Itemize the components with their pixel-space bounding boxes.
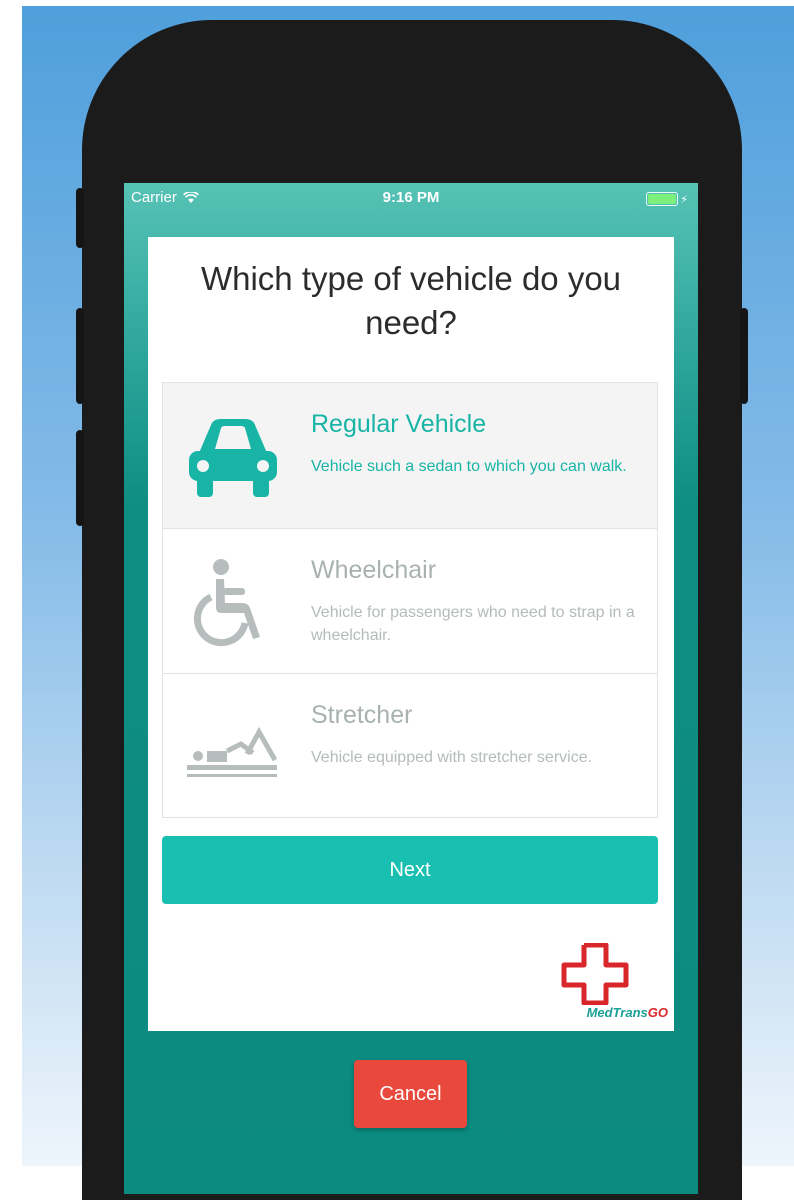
charging-bolt-icon: ⚡	[680, 193, 688, 206]
volume-up-button	[76, 308, 84, 404]
option-name: Regular Vehicle	[311, 410, 487, 438]
option-name: Stretcher	[311, 701, 413, 729]
option-description: Vehicle for passengers who need to strap…	[311, 604, 635, 644]
option-name: Wheelchair	[311, 556, 437, 584]
battery-icon: ⚡	[646, 192, 688, 206]
battery-cell	[646, 192, 679, 206]
medical-cross-icon	[561, 943, 629, 1005]
car-icon	[189, 419, 277, 497]
next-button[interactable]: Next	[162, 836, 658, 904]
logo-text-main: MedTrans	[586, 1005, 648, 1020]
dialog-title: Which type of vehicle do you need?	[200, 260, 622, 341]
medtransgo-logo: MedTransGO	[536, 943, 668, 1027]
mute-switch	[76, 188, 84, 248]
logo-text: MedTransGO	[536, 1005, 668, 1020]
vehicle-options-list: Regular Vehicle Vehicle such a sedan to …	[162, 382, 658, 818]
option-regular-vehicle[interactable]: Regular Vehicle Vehicle such a sedan to …	[163, 383, 657, 528]
option-wheelchair[interactable]: Wheelchair Vehicle for passengers who ne…	[163, 528, 657, 673]
option-stretcher[interactable]: Stretcher Vehicle equipped with stretche…	[163, 673, 657, 818]
volume-down-button	[76, 430, 84, 526]
status-bar: Carrier 9:16 PM ⚡	[124, 183, 698, 217]
cancel-button[interactable]: Cancel	[354, 1060, 467, 1128]
phone-screen: Carrier 9:16 PM ⚡ Which type of vehicle …	[124, 183, 698, 1194]
wheelchair-icon	[193, 559, 260, 647]
logo-text-accent: GO	[647, 1005, 668, 1020]
clock: 9:16 PM	[382, 189, 440, 206]
battery-level	[648, 194, 677, 204]
power-button	[740, 308, 748, 404]
stretcher-icon	[187, 726, 278, 777]
option-description: Vehicle such a sedan to which you can wa…	[311, 458, 627, 475]
vehicle-type-dialog: Which type of vehicle do you need? Regul…	[148, 237, 674, 1031]
option-description: Vehicle equipped with stretcher service.	[311, 749, 593, 766]
